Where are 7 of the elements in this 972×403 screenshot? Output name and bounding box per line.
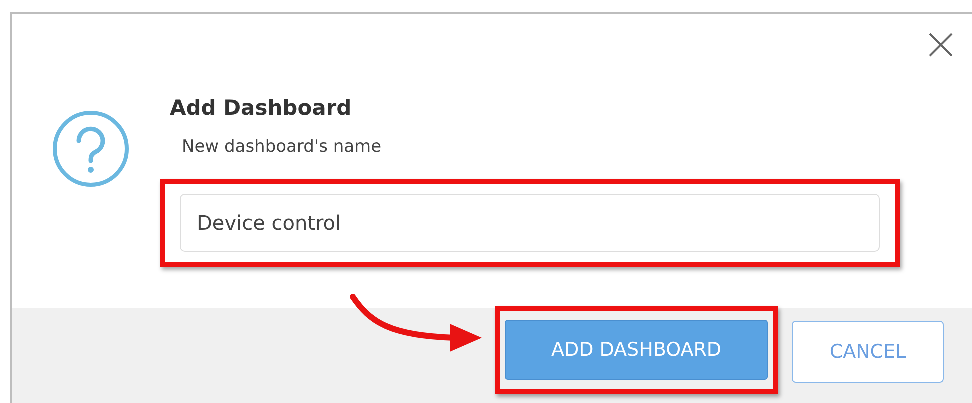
cancel-button[interactable]: CANCEL xyxy=(792,321,944,383)
name-input[interactable]: Device control xyxy=(180,194,880,252)
dialog-title: Add Dashboard xyxy=(170,96,353,122)
add-dashboard-button[interactable]: ADD DASHBOARD xyxy=(505,320,768,380)
close-icon[interactable] xyxy=(928,32,954,58)
field-label: New dashboard's name xyxy=(182,136,383,160)
question-icon xyxy=(51,109,131,189)
